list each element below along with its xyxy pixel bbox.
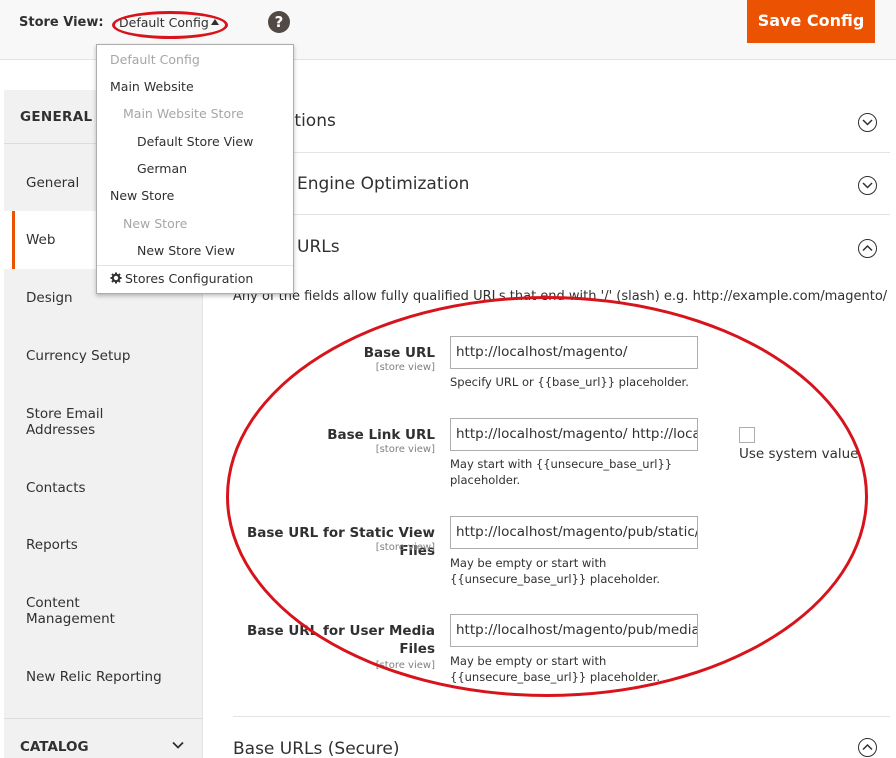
use-system-value-label[interactable]: Use system value: [739, 446, 858, 462]
base-url-input[interactable]: http://localhost/magento/: [450, 336, 698, 369]
sidebar-item-content-management[interactable]: Content Management: [4, 595, 203, 631]
sidebar-item-reports[interactable]: Reports: [4, 537, 203, 557]
divider: [233, 152, 890, 153]
sidebar-item-label: Web: [26, 232, 56, 248]
sidebar-group-general[interactable]: GENERAL: [20, 109, 92, 125]
store-view-dropdown: Default Config Main Website Main Website…: [96, 44, 294, 294]
sidebar-item-label: Reports: [26, 537, 78, 553]
chevron-down-icon[interactable]: [858, 176, 877, 195]
gear-icon: [110, 272, 122, 284]
sidebar-item-label: General: [26, 175, 80, 191]
field-label-base-link-url: Base Link URL: [327, 427, 435, 443]
sidebar-item-contacts[interactable]: Contacts: [4, 480, 203, 500]
sidebar-item-label: Design: [26, 290, 73, 306]
annotation-circle: [112, 11, 228, 39]
divider: [233, 716, 890, 717]
base-urls-hint: Any of the fields allow fully qualified …: [233, 289, 888, 304]
sidebar-item-store-email-addresses[interactable]: Store Email Addresses: [4, 406, 203, 442]
stores-configuration-label: Stores Configuration: [125, 271, 254, 286]
sidebar-group-title: CATALOG: [20, 739, 89, 755]
field-note: May be empty or start with {{unsecure_ba…: [450, 654, 661, 684]
scope-option-new-store[interactable]: New Store: [110, 188, 174, 203]
save-config-button[interactable]: Save Config: [747, 0, 875, 43]
chevron-down-icon[interactable]: [858, 113, 877, 132]
field-note: May start with {{unsecure_base_url}} pla…: [450, 457, 673, 487]
field-scope: [store view]: [375, 660, 435, 671]
sidebar-item-currency-setup[interactable]: Currency Setup: [4, 348, 203, 368]
scope-option-main-website-store: Main Website Store: [123, 106, 244, 121]
sidebar-group-catalog[interactable]: CATALOG: [4, 718, 203, 758]
sidebar-item-label: New Relic Reporting: [26, 669, 162, 685]
scope-option-main-website[interactable]: Main Website: [110, 79, 194, 94]
scope-option-german[interactable]: German: [137, 161, 187, 176]
scope-option-default-store-view[interactable]: Default Store View: [137, 134, 253, 149]
field-note: Specify URL or {{base_url}} placeholder.: [450, 375, 689, 389]
section-title: URLs: [297, 237, 340, 257]
use-system-value-checkbox[interactable]: [739, 427, 755, 443]
field-scope: [store view]: [375, 542, 435, 553]
sidebar-item-new-relic-reporting[interactable]: New Relic Reporting: [4, 669, 203, 689]
field-label-user-media-files: Base URL for User Media Files: [247, 623, 435, 657]
sidebar-item-label: Content Management: [26, 595, 115, 627]
chevron-up-icon[interactable]: [858, 738, 877, 757]
field-label-base-url: Base URL: [363, 345, 435, 361]
field-note: May be empty or start with {{unsecure_ba…: [450, 556, 661, 586]
chevron-up-icon[interactable]: [858, 239, 877, 258]
scope-option-new-store-view[interactable]: New Store View: [137, 243, 235, 258]
scope-option-default-config: Default Config: [110, 52, 200, 67]
sidebar-item-label: Currency Setup: [26, 348, 131, 364]
question-icon[interactable]: ?: [268, 11, 290, 33]
scope-option-new-store-group: New Store: [123, 216, 188, 231]
section-title: Base URLs (Secure): [233, 739, 400, 758]
field-scope: [store view]: [375, 444, 435, 455]
section-title: Engine Optimization: [297, 174, 470, 194]
base-link-url-input[interactable]: http://localhost/magento/ http://loca: [450, 418, 698, 451]
sidebar-item-label: Store Email Addresses: [26, 406, 104, 438]
static-view-files-url-input[interactable]: http://localhost/magento/pub/static/: [450, 516, 698, 549]
field-scope: [store view]: [375, 362, 435, 373]
stores-configuration-link[interactable]: Stores Configuration: [110, 271, 253, 286]
store-view-label: Store View:: [19, 15, 104, 30]
divider: [233, 214, 890, 215]
chevron-down-icon: [172, 741, 184, 749]
user-media-files-url-input[interactable]: http://localhost/magento/pub/media/: [450, 614, 698, 647]
divider: [97, 265, 293, 266]
sidebar-item-label: Contacts: [26, 480, 86, 496]
